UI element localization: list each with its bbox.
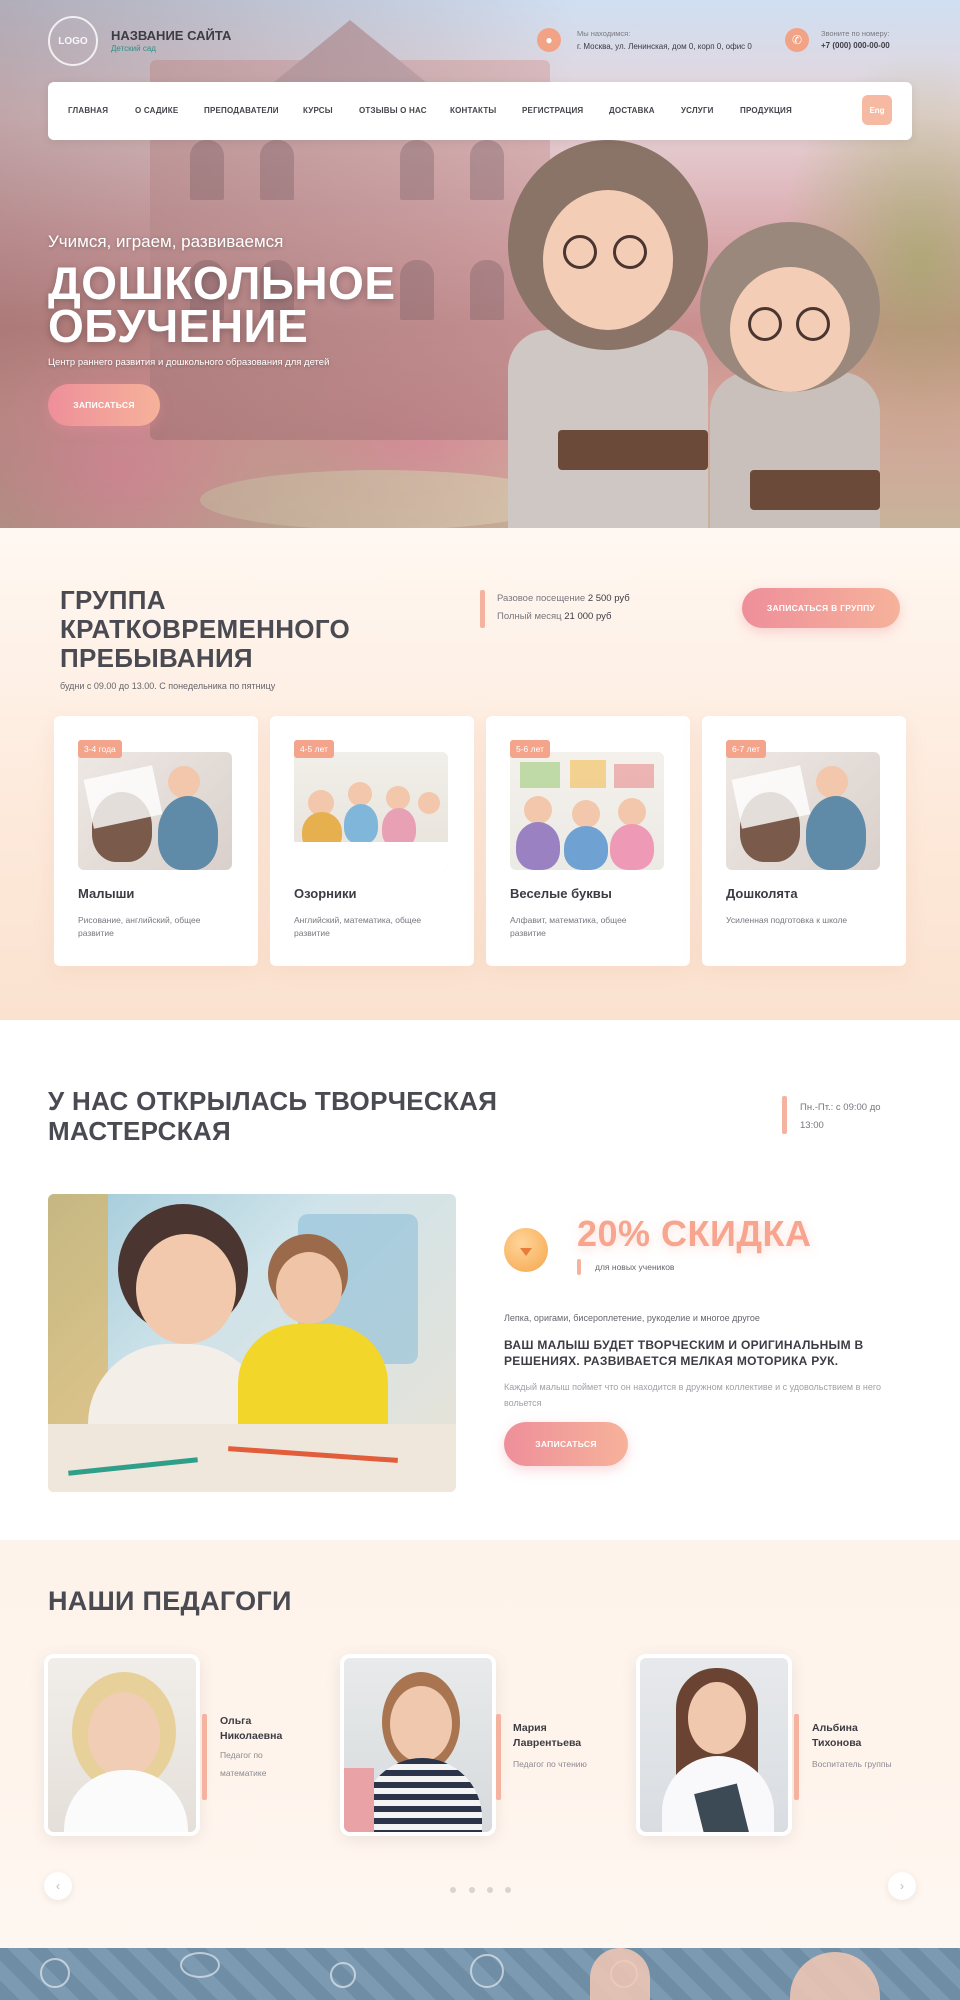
card-photo	[510, 752, 664, 870]
teacher-accent-bar	[794, 1714, 799, 1800]
workshop-activities: Лепка, оригами, бисероплетение, рукодели…	[504, 1313, 760, 1323]
language-switch-button[interactable]: Eng	[862, 95, 892, 125]
teacher-name: Ольга Николаевна	[220, 1715, 283, 1742]
nav-item-courses[interactable]: КУРСЫ	[303, 106, 333, 115]
join-group-button[interactable]: ЗАПИСАТЬСЯ В ГРУППУ	[742, 588, 900, 628]
age-badge: 4-5 лет	[294, 740, 334, 758]
phone-label: Звоните по номеру:	[821, 29, 890, 38]
carousel-dot[interactable]	[505, 1887, 511, 1893]
nav-item-about[interactable]: О САДИКЕ	[135, 106, 178, 115]
teacher-name: Мария Лаврентьева	[513, 1722, 582, 1749]
teacher-accent-bar	[202, 1714, 207, 1800]
carousel-dot[interactable]	[469, 1887, 475, 1893]
hero-boy-illustration	[690, 222, 900, 528]
group-card[interactable]: 5-6 лет Веселые буквы Алфавит, математик…	[486, 716, 690, 966]
hero-title: ДОШКОЛЬНОЕ ОБУЧЕНИЕ	[48, 260, 468, 349]
hero-section: LOGO НАЗВАНИЕ САЙТА Детский сад ● Мы нах…	[0, 0, 960, 528]
teachers-title: НАШИ ПЕДАГОГИ	[48, 1586, 292, 1616]
location-address: г. Москва, ул. Ленинская, дом 0, корп 0,…	[577, 42, 752, 51]
workshop-title: У НАС ОТКРЫЛАСЬ ТВОРЧЕСКАЯ МАСТЕРСКАЯ	[48, 1086, 498, 1146]
main-nav: ГЛАВНАЯ О САДИКЕ ПРЕПОДАВАТЕЛИ КУРСЫ ОТЗ…	[48, 82, 912, 140]
workshop-photo	[48, 1194, 456, 1492]
card-photo	[726, 752, 880, 870]
location-label: Мы находимся:	[577, 29, 631, 38]
site-logo[interactable]: LOGO	[48, 16, 98, 66]
phone-number[interactable]: +7 (000) 000-00-00	[821, 41, 890, 50]
chevron-right-icon: ›	[900, 1879, 904, 1893]
card-title: Малыши	[78, 886, 135, 901]
teacher-role: Педагог по математике	[220, 1750, 267, 1778]
teacher-accent-bar	[496, 1714, 501, 1800]
age-badge: 5-6 лет	[510, 740, 550, 758]
workshop-signup-button[interactable]: ЗАПИСАТЬСЯ	[504, 1422, 628, 1466]
nav-item-products[interactable]: ПРОДУКЦИЯ	[740, 106, 792, 115]
teacher-name: Альбина Тихонова	[812, 1722, 862, 1749]
hero-kicker: Учимся, играем, развиваемся	[48, 232, 284, 251]
hero-signup-button[interactable]: ЗАПИСАТЬСЯ	[48, 384, 160, 426]
carousel-dot[interactable]	[487, 1887, 493, 1893]
location-pin-icon: ●	[537, 28, 561, 52]
card-photo	[294, 752, 448, 870]
nav-item-teachers[interactable]: ПРЕПОДАВАТЕЛИ	[204, 106, 279, 115]
price-month: Полный месяц 21 000 руб	[497, 611, 612, 622]
group-schedule: будни с 09.00 до 13.00. С понедельника п…	[60, 681, 276, 691]
nav-item-home[interactable]: ГЛАВНАЯ	[68, 106, 108, 115]
teacher-photo[interactable]	[340, 1654, 496, 1836]
group-card[interactable]: 6-7 лет Дошколята Усиленная подготовка к…	[702, 716, 906, 966]
group-title: ГРУППА КРАТКОВРЕМЕННОГО ПРЕБЫВАНИЯ	[60, 585, 351, 673]
discount-note: для новых учеников	[595, 1262, 675, 1272]
teacher-photo[interactable]	[44, 1654, 200, 1836]
footer-pattern-strip	[0, 1948, 960, 2000]
workshop-hours: Пн.-Пт.: с 09:00 до 13:00	[800, 1102, 881, 1131]
carousel-dot[interactable]	[450, 1887, 456, 1893]
age-badge: 3-4 года	[78, 740, 122, 758]
nav-item-registration[interactable]: РЕГИСТРАЦИЯ	[522, 106, 583, 115]
price-accent-bar	[480, 590, 485, 628]
phone-icon: ✆	[785, 28, 809, 52]
discount-accent-bar	[577, 1259, 581, 1275]
card-title: Озорники	[294, 886, 357, 901]
teacher-role: Педагог по чтению	[513, 1759, 587, 1769]
workshop-text: Каждый малыш поймет что он находится в д…	[504, 1382, 881, 1408]
discount-headline: 20% СКИДКА	[577, 1213, 812, 1254]
age-badge: 6-7 лет	[726, 740, 766, 758]
nav-item-delivery[interactable]: ДОСТАВКА	[609, 106, 655, 115]
card-title: Дошколята	[726, 886, 798, 901]
nav-item-reviews[interactable]: ОТЗЫВЫ О НАС	[359, 106, 427, 115]
card-title: Веселые буквы	[510, 886, 612, 901]
card-description: Алфавит, математика, общее развитие	[510, 915, 627, 938]
card-description: Усиленная подготовка к школе	[726, 915, 848, 925]
workshop-headline: ВАШ МАЛЫШ БУДЕТ ТВОРЧЕСКИМ И ОРИГИНАЛЬНЫ…	[504, 1338, 864, 1368]
card-photo	[78, 752, 232, 870]
site-title[interactable]: НАЗВАНИЕ САЙТА	[111, 28, 231, 43]
site-subtitle: Детский сад	[111, 44, 156, 53]
card-description: Рисование, английский, общее развитие	[78, 915, 201, 938]
teacher-photo[interactable]	[636, 1654, 792, 1836]
group-card[interactable]: 3-4 года Малыши Рисование, английский, о…	[54, 716, 258, 966]
chick-mascot-icon	[504, 1228, 548, 1272]
nav-item-services[interactable]: УСЛУГИ	[681, 106, 714, 115]
group-card[interactable]: 4-5 лет Озорники Английский, математика,…	[270, 716, 474, 966]
price-single: Разовое посещение 2 500 руб	[497, 593, 630, 604]
hero-title-line2: ОБУЧЕНИЕ	[48, 300, 309, 352]
hours-accent-bar	[782, 1096, 787, 1134]
chevron-left-icon: ‹	[56, 1879, 60, 1893]
nav-item-contacts[interactable]: КОНТАКТЫ	[450, 106, 496, 115]
teacher-role: Воспитатель группы	[812, 1759, 892, 1769]
card-description: Английский, математика, общее развитие	[294, 915, 422, 938]
hero-description: Центр раннего развития и дошкольного обр…	[48, 357, 330, 368]
carousel-prev-button[interactable]: ‹	[44, 1872, 72, 1900]
carousel-next-button[interactable]: ›	[888, 1872, 916, 1900]
